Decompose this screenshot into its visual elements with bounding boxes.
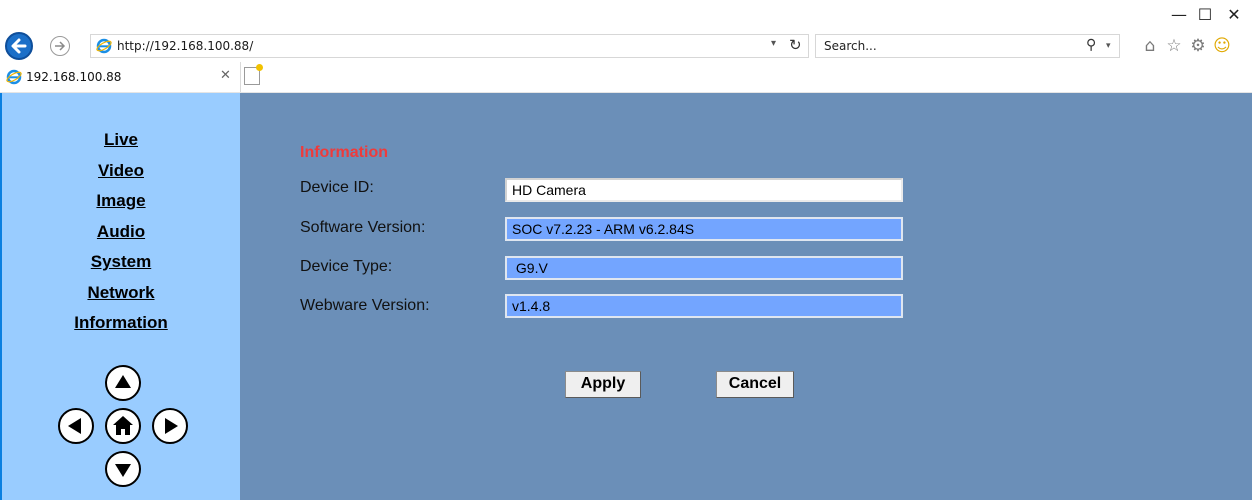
sidebar: Live Video Image Audio System Network In… xyxy=(0,93,240,500)
search-input[interactable]: Search... xyxy=(824,39,877,53)
ptz-right-icon xyxy=(165,418,178,434)
page-content: Live Video Image Audio System Network In… xyxy=(0,93,1252,500)
webware-version-label: Webware Version: xyxy=(300,297,430,314)
ptz-right-button[interactable] xyxy=(152,408,188,444)
address-dropdown-icon[interactable]: ▾ xyxy=(771,38,776,49)
ptz-control-pad xyxy=(2,365,240,500)
tab-title: 192.168.100.88 xyxy=(26,70,122,84)
menu-information[interactable]: Information xyxy=(2,308,240,339)
tab-bar: 192.168.100.88 ✕ xyxy=(0,62,1252,93)
address-bar[interactable]: http://192.168.100.88/ ▾ ↻ xyxy=(90,34,809,58)
new-tab-icon[interactable] xyxy=(244,64,263,85)
menu-image[interactable]: Image xyxy=(2,186,240,217)
ptz-down-icon xyxy=(115,464,131,477)
window-titlebar: — ☐ ✕ xyxy=(0,0,1252,30)
ptz-up-icon xyxy=(115,375,131,388)
device-type-label: Device Type: xyxy=(300,258,393,275)
menu-system[interactable]: System xyxy=(2,247,240,278)
favorites-star-icon[interactable]: ☆ xyxy=(1164,36,1184,56)
ptz-left-button[interactable] xyxy=(58,408,94,444)
navigation-bar: http://192.168.100.88/ ▾ ↻ Search... ⚲ ▾ xyxy=(0,30,1252,62)
back-arrow-icon xyxy=(11,38,27,54)
browser-tab[interactable]: 192.168.100.88 ✕ xyxy=(0,62,241,92)
ie-logo-icon xyxy=(6,69,22,85)
address-url: http://192.168.100.88/ xyxy=(117,39,254,53)
refresh-icon[interactable]: ↻ xyxy=(789,36,802,54)
apply-button[interactable]: Apply xyxy=(565,371,641,398)
webware-version-field: v1.4.8 xyxy=(505,294,903,318)
settings-gear-icon[interactable]: ⚙ xyxy=(1188,36,1208,56)
home-icon[interactable]: ⌂ xyxy=(1140,36,1160,56)
device-type-field: G9.V xyxy=(505,256,903,280)
sidebar-menu: Live Video Image Audio System Network In… xyxy=(2,125,240,339)
feedback-smiley-icon[interactable]: ☺ xyxy=(1212,36,1232,56)
software-version-label: Software Version: xyxy=(300,219,426,236)
main-panel: Information Device ID: HD Camera Softwar… xyxy=(240,93,1252,500)
maximize-button[interactable]: ☐ xyxy=(1190,4,1220,26)
search-dropdown-icon[interactable]: ▾ xyxy=(1106,40,1111,51)
software-version-field: SOC v7.2.23 - ARM v6.2.84S xyxy=(505,217,903,241)
search-box[interactable]: Search... ⚲ ▾ xyxy=(815,34,1120,58)
device-id-label: Device ID: xyxy=(300,179,374,196)
tab-close-icon[interactable]: ✕ xyxy=(220,68,231,83)
forward-arrow-icon xyxy=(55,41,66,51)
forward-button[interactable] xyxy=(50,36,70,56)
ptz-up-button[interactable] xyxy=(105,365,141,401)
ie-logo-icon xyxy=(96,38,112,54)
cancel-button[interactable]: Cancel xyxy=(716,371,794,398)
ptz-home-icon xyxy=(113,416,133,435)
ptz-left-icon xyxy=(68,418,81,434)
search-icon[interactable]: ⚲ xyxy=(1086,37,1096,53)
ptz-home-button[interactable] xyxy=(105,408,141,444)
close-window-button[interactable]: ✕ xyxy=(1219,4,1249,26)
device-id-input[interactable]: HD Camera xyxy=(505,178,903,202)
ptz-down-button[interactable] xyxy=(105,451,141,487)
menu-live[interactable]: Live xyxy=(2,125,240,156)
section-title: Information xyxy=(300,144,388,161)
back-button[interactable] xyxy=(5,32,33,60)
menu-audio[interactable]: Audio xyxy=(2,217,240,248)
menu-network[interactable]: Network xyxy=(2,278,240,309)
menu-video[interactable]: Video xyxy=(2,156,240,187)
